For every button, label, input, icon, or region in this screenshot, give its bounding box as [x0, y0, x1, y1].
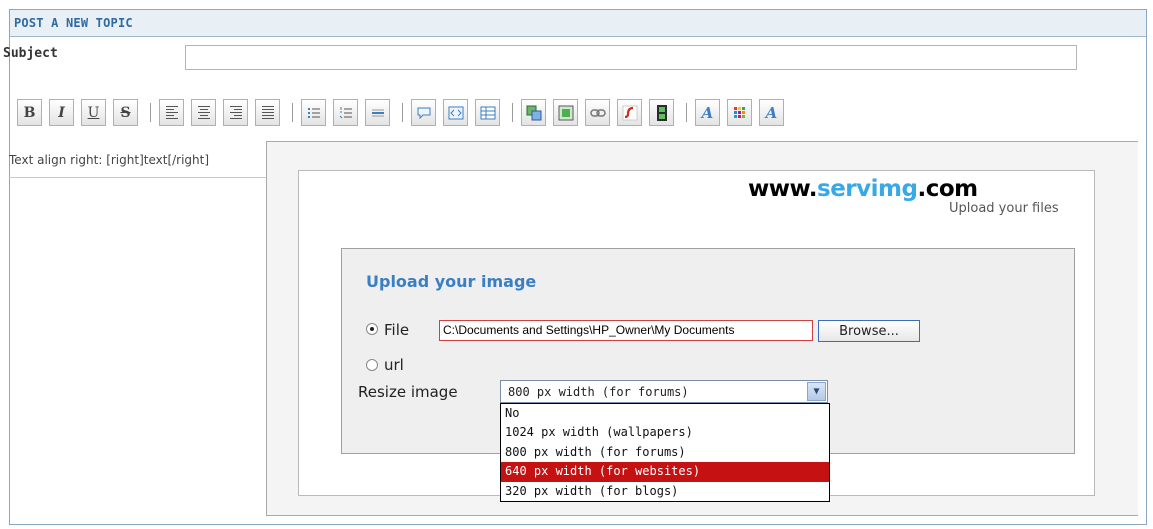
- toolbar-separator: [150, 103, 151, 122]
- bullet-list-button[interactable]: [301, 99, 326, 126]
- resize-option[interactable]: 320 px width (for blogs): [501, 482, 829, 501]
- italic-button[interactable]: I: [49, 99, 74, 126]
- font-size-icon: A: [701, 103, 714, 122]
- table-button[interactable]: [475, 99, 500, 126]
- resize-label: Resize image: [358, 383, 458, 401]
- font-face-button[interactable]: A: [759, 99, 784, 126]
- toolbar-separator: [402, 103, 403, 122]
- horizontal-rule-button[interactable]: [365, 99, 390, 126]
- toolbar-separator: [686, 103, 687, 122]
- subject-input[interactable]: [185, 45, 1077, 70]
- align-center-icon: [197, 106, 210, 119]
- host-image-icon: [526, 105, 541, 120]
- underline-icon: U: [87, 104, 100, 121]
- align-right-icon: [229, 106, 242, 119]
- video-button[interactable]: [649, 99, 674, 126]
- resize-selected-value: 800 px width (for forums): [508, 385, 689, 399]
- image-icon: [558, 105, 573, 120]
- strikethrough-icon: S: [120, 104, 131, 121]
- bullet-list-icon: [307, 107, 320, 118]
- resize-option[interactable]: No: [501, 404, 829, 423]
- servimg-logo: www.servimg.com: [748, 176, 978, 202]
- logo-prefix: www.: [748, 176, 818, 202]
- logo-tagline: Upload your files: [949, 201, 1059, 216]
- logo-suffix: .com: [917, 176, 978, 202]
- upload-title: Upload your image: [366, 272, 537, 291]
- bold-button[interactable]: B: [17, 99, 42, 126]
- editor-toolbar: B I U S A A: [9, 99, 1147, 131]
- host-image-button[interactable]: [521, 99, 546, 126]
- link-icon: [589, 108, 606, 117]
- resize-option[interactable]: 800 px width (for forums): [501, 443, 829, 462]
- resize-dropdown-list: No 1024 px width (wallpapers) 800 px wid…: [500, 403, 830, 502]
- numbered-list-button[interactable]: [333, 99, 358, 126]
- italic-icon: I: [58, 104, 65, 121]
- code-button[interactable]: [443, 99, 468, 126]
- quote-button[interactable]: [411, 99, 436, 126]
- resize-option-highlighted[interactable]: 640 px width (for websites): [501, 462, 829, 482]
- video-icon: [656, 104, 667, 121]
- chevron-down-icon[interactable]: ▼: [807, 382, 826, 401]
- url-radio[interactable]: [366, 359, 378, 371]
- link-button[interactable]: [585, 99, 610, 126]
- resize-option[interactable]: 1024 px width (wallpapers): [501, 423, 829, 442]
- logo-brand: servimg: [817, 176, 918, 202]
- code-icon: [448, 106, 463, 119]
- file-radio[interactable]: [366, 323, 378, 335]
- page-title: POST A NEW TOPIC: [14, 16, 133, 30]
- file-path-input[interactable]: C:\Documents and Settings\HP_Owner\My Do…: [439, 320, 813, 341]
- resize-select[interactable]: 800 px width (for forums) ▼: [500, 380, 828, 403]
- color-button[interactable]: [727, 99, 752, 126]
- align-left-button[interactable]: [159, 99, 184, 126]
- numbered-list-icon: [339, 106, 352, 118]
- toolbar-separator: [512, 103, 513, 122]
- image-button[interactable]: [553, 99, 578, 126]
- file-label: File: [384, 321, 410, 339]
- justify-button[interactable]: [255, 99, 280, 126]
- bold-icon: B: [23, 104, 36, 121]
- strikethrough-button[interactable]: S: [113, 99, 138, 126]
- align-right-button[interactable]: [223, 99, 248, 126]
- justify-icon: [261, 106, 274, 119]
- table-icon: [480, 106, 495, 119]
- quote-icon: [417, 107, 430, 119]
- message-textarea[interactable]: [9, 177, 277, 515]
- font-size-button[interactable]: A: [695, 99, 720, 126]
- font-face-icon: A: [765, 103, 778, 122]
- panel-header: POST A NEW TOPIC: [10, 10, 1146, 37]
- horizontal-rule-icon: [371, 109, 384, 116]
- align-center-button[interactable]: [191, 99, 216, 126]
- editor-help-text: Text align right: [right]text[/right]: [9, 153, 210, 167]
- align-left-icon: [165, 106, 178, 119]
- subject-label: Subject: [3, 46, 58, 61]
- browse-button[interactable]: Browse...: [818, 320, 920, 342]
- flash-button[interactable]: [617, 99, 642, 126]
- url-label: url: [384, 356, 404, 374]
- flash-icon: [622, 105, 637, 120]
- color-palette-icon: [733, 106, 745, 118]
- underline-button[interactable]: U: [81, 99, 106, 126]
- toolbar-separator: [292, 103, 293, 122]
